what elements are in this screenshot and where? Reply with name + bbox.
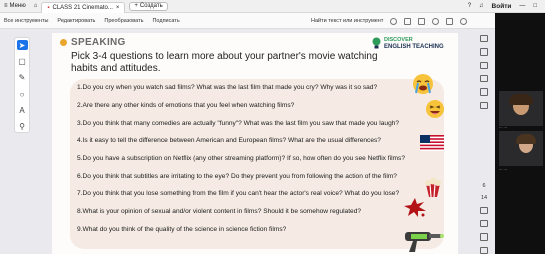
pen-icon[interactable]: ✎ xyxy=(17,73,28,83)
plus-icon: + xyxy=(134,3,138,9)
stamp-icon[interactable]: ⚲ xyxy=(17,122,28,132)
minimize-icon[interactable]: — xyxy=(519,3,525,9)
left-tool-strip: ➤ ▢ ✎ ○ A ⚲ xyxy=(14,37,30,133)
attachments-icon[interactable] xyxy=(480,74,488,83)
document-tab-title: CLASS 21 Cinemato... xyxy=(52,4,113,11)
question-item: 1.Do you cry when you watch sad films? W… xyxy=(77,84,378,91)
question-item: 8.What is your opinion of sexual and/or … xyxy=(77,208,362,215)
save-icon[interactable] xyxy=(404,17,412,25)
comment-icon[interactable]: ▢ xyxy=(17,56,28,66)
link-icon[interactable] xyxy=(432,17,440,25)
cursor-icon[interactable]: ➤ xyxy=(16,40,28,51)
bullet-dot xyxy=(60,39,67,46)
questions-box: 1.Do you cry when you watch sad films? W… xyxy=(70,79,444,249)
participant-video[interactable] xyxy=(499,131,543,166)
bell-icon[interactable]: ♫ xyxy=(479,3,484,9)
participant-hair xyxy=(516,134,536,144)
participant-name: ··· ··· xyxy=(499,168,507,172)
home-icon[interactable]: ⌂ xyxy=(30,0,42,13)
menu-label: Меню xyxy=(9,3,26,9)
main-toolbar: Все инструменты Редактировать Преобразов… xyxy=(0,13,545,29)
document-tab[interactable]: ▪ CLASS 21 Cinemato... × xyxy=(41,1,126,13)
create-label: Создать xyxy=(139,3,163,9)
zoom-fit-icon[interactable] xyxy=(480,101,488,109)
current-page[interactable]: 6 xyxy=(482,183,485,189)
page-down-icon[interactable] xyxy=(480,220,488,228)
popcorn-icon xyxy=(425,177,441,198)
question-item: 4.Is it easy to tell the difference betw… xyxy=(77,137,381,144)
zoom-in-icon[interactable] xyxy=(480,233,488,241)
page-up-icon[interactable] xyxy=(480,206,488,215)
zoom-out-icon[interactable] xyxy=(480,246,488,254)
brand-line2: ENGLISH TEACHING xyxy=(384,44,444,50)
document-page: SPEAKING DISCOVER ENGLISH TEACHING Pick … xyxy=(52,33,458,254)
lightbulb-icon xyxy=(372,37,381,49)
instructions: Pick 3-4 questions to learn more about y… xyxy=(71,51,378,74)
blood-splash-icon xyxy=(404,198,426,217)
brand-line1: DISCOVER xyxy=(384,37,413,43)
close-tab-icon[interactable]: × xyxy=(116,5,120,11)
right-panel-strip: 6 14 xyxy=(477,33,491,254)
toolbar-edit[interactable]: Редактировать xyxy=(57,18,95,24)
maximize-icon[interactable]: □ xyxy=(533,3,537,9)
section-title: SPEAKING xyxy=(71,37,126,48)
toolbar-all-tools[interactable]: Все инструменты xyxy=(4,18,48,24)
video-participants-column: ··· ··· ··· ··· xyxy=(495,13,545,254)
share-icon[interactable] xyxy=(446,17,454,25)
question-item: 9.What do you think of the quality of th… xyxy=(77,226,287,233)
question-item: 5.Do you have a subscription on Netflix … xyxy=(77,155,406,162)
ai-assistant-icon[interactable] xyxy=(460,17,468,25)
menu-button[interactable]: ≡ Меню xyxy=(0,0,30,13)
bookmark-icon[interactable] xyxy=(480,48,488,56)
participant-video[interactable] xyxy=(499,91,543,126)
search-tool-label[interactable]: Найти текст или инструмент xyxy=(311,18,383,24)
participant-hair xyxy=(509,94,533,105)
total-pages: 14 xyxy=(480,194,488,201)
toolbar-sign[interactable]: Подписать xyxy=(152,18,179,24)
print-icon[interactable] xyxy=(418,17,426,25)
pdf-icon: ▪ xyxy=(47,4,50,11)
crying-emoji-icon xyxy=(413,74,433,94)
layers-icon[interactable] xyxy=(480,88,488,96)
create-button[interactable]: + Создать xyxy=(129,1,168,11)
participant-name: ··· ··· xyxy=(499,126,507,130)
question-item: 7.Do you think that you lose something f… xyxy=(77,190,400,197)
menu-icon: ≡ xyxy=(4,3,8,9)
thumbnails-icon[interactable] xyxy=(480,61,488,69)
search-icon[interactable] xyxy=(390,17,398,25)
question-item: 2.Are there any other kinds of emotions … xyxy=(77,102,295,109)
tab-bar: ≡ Меню ⌂ ▪ CLASS 21 Cinemato... × + Созд… xyxy=(0,0,545,13)
text-icon[interactable]: A xyxy=(17,105,28,115)
toolbar-convert[interactable]: Преобразовать xyxy=(104,18,143,24)
question-item: 6.Do you think that subtitles are irrita… xyxy=(77,173,397,180)
question-item: 3.Do you think that many comedies are ac… xyxy=(77,120,400,127)
us-flag-icon xyxy=(420,135,444,151)
section-header: SPEAKING xyxy=(60,37,126,48)
help-icon[interactable]: ? xyxy=(468,3,471,9)
login-button[interactable]: Войти xyxy=(492,3,512,10)
sci-fi-gun-icon xyxy=(405,232,444,252)
laughing-emoji-icon xyxy=(426,100,444,118)
lasso-icon[interactable]: ○ xyxy=(17,89,28,99)
comment-panel-icon[interactable] xyxy=(480,35,488,43)
